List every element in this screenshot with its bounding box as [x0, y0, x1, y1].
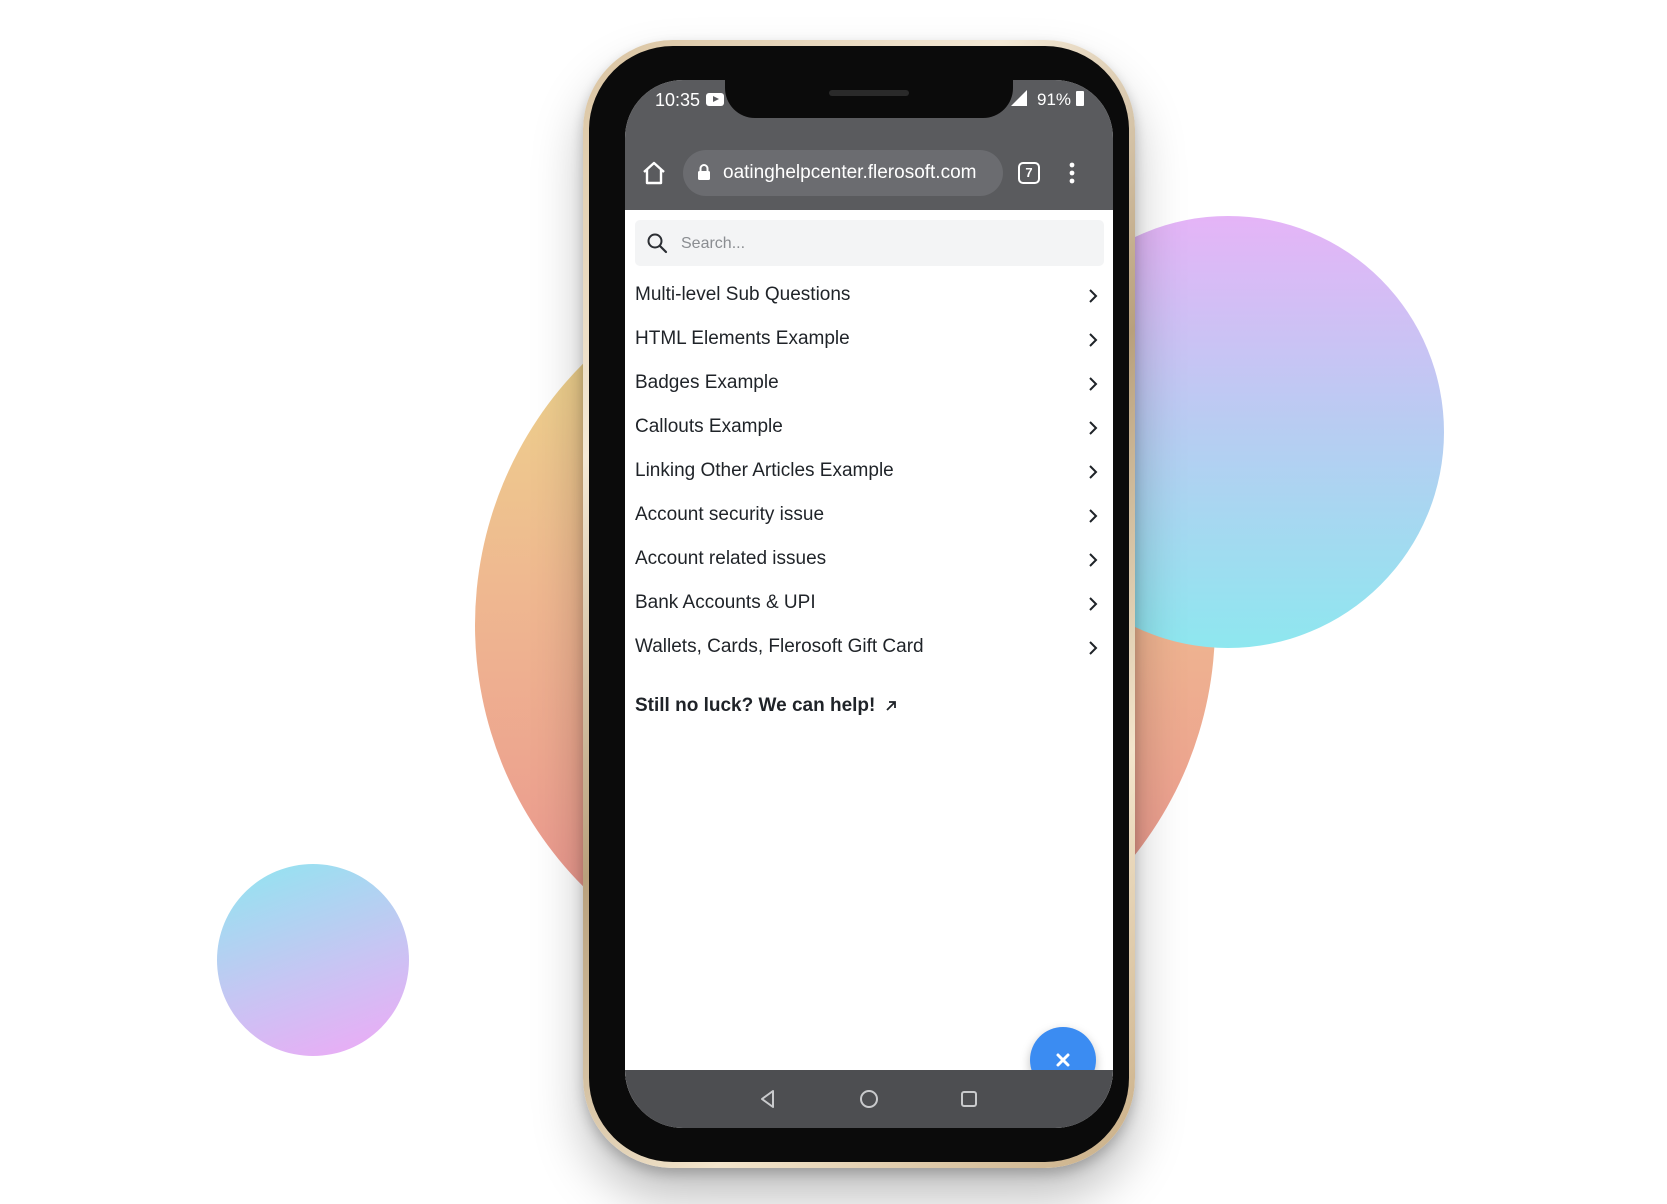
search-icon [647, 233, 668, 254]
chevron-right-icon [1089, 509, 1098, 523]
recents-square-icon[interactable] [958, 1088, 980, 1110]
chevron-right-icon [1089, 333, 1098, 347]
list-item-label: Account security issue [635, 504, 825, 525]
browser-toolbar: oatinghelpcenter.flerosoft.com 7 [625, 140, 1113, 210]
system-nav-bar [625, 1070, 1113, 1128]
back-triangle-icon[interactable] [757, 1088, 779, 1110]
list-item-label: Multi-level Sub Questions [635, 284, 851, 305]
search-input[interactable]: Search... [635, 220, 1104, 266]
list-item[interactable]: Bank Accounts & UPI [625, 582, 1113, 626]
list-item[interactable]: Linking Other Articles Example [625, 450, 1113, 494]
chevron-right-icon [1089, 421, 1098, 435]
search-placeholder: Search... [681, 235, 746, 252]
close-icon [1056, 1053, 1070, 1067]
decorative-small-circle [217, 864, 409, 1056]
phone-frame: 10:35 91% oatinghelpcenter.flerosoft.com… [583, 40, 1135, 1168]
notch [725, 80, 1013, 118]
stage: 10:35 91% oatinghelpcenter.flerosoft.com… [0, 0, 1667, 1204]
tabs-button[interactable]: 7 [1018, 162, 1040, 184]
home-icon[interactable] [641, 160, 667, 186]
address-bar[interactable]: oatinghelpcenter.flerosoft.com [683, 150, 1003, 196]
chevron-right-icon [1089, 465, 1098, 479]
home-circle-icon[interactable] [858, 1088, 880, 1110]
list-item[interactable]: Wallets, Cards, Flerosoft Gift Card [625, 626, 1113, 670]
list-item[interactable]: Account security issue [625, 494, 1113, 538]
list-item[interactable]: HTML Elements Example [625, 318, 1113, 362]
list-item-label: Linking Other Articles Example [635, 460, 894, 481]
list-item-label: Account related issues [635, 548, 827, 569]
list-item-label: HTML Elements Example [635, 328, 850, 349]
youtube-icon [706, 93, 724, 106]
chevron-right-icon [1089, 289, 1098, 303]
url-text: oatinghelpcenter.flerosoft.com [723, 162, 977, 183]
list-item-label: Wallets, Cards, Flerosoft Gift Card [635, 636, 924, 657]
list-item-label: Badges Example [635, 372, 779, 393]
list-item-label: Callouts Example [635, 416, 783, 437]
signal-icon [1011, 90, 1027, 106]
chevron-right-icon [1089, 641, 1098, 655]
list-item[interactable]: Account related issues [625, 538, 1113, 582]
chevron-right-icon [1089, 553, 1098, 567]
lock-icon [698, 164, 710, 180]
phone-screen: 10:35 91% oatinghelpcenter.flerosoft.com… [625, 80, 1113, 1128]
battery-icon [1076, 91, 1084, 106]
speaker [829, 90, 909, 96]
list-item[interactable]: Badges Example [625, 362, 1113, 406]
status-time: 10:35 [655, 90, 701, 110]
chevron-right-icon [1089, 597, 1098, 611]
article-list: Multi-level Sub Questions HTML Elements … [625, 274, 1113, 670]
phone-bezel: 10:35 91% oatinghelpcenter.flerosoft.com… [589, 46, 1129, 1162]
help-link-label: Still no luck? We can help! [635, 695, 876, 716]
external-link-icon [886, 701, 896, 711]
help-link[interactable]: Still no luck? We can help! [635, 695, 897, 717]
list-item[interactable]: Callouts Example [625, 406, 1113, 450]
battery-percent: 91% [1037, 90, 1072, 109]
status-bar: 10:35 91% [625, 80, 1113, 140]
more-vert-icon[interactable] [1065, 160, 1079, 186]
list-item-label: Bank Accounts & UPI [635, 592, 816, 613]
list-item[interactable]: Multi-level Sub Questions [625, 274, 1113, 318]
chevron-right-icon [1089, 377, 1098, 391]
page-content: Search... Multi-level Sub Questions HTML… [625, 210, 1113, 1107]
